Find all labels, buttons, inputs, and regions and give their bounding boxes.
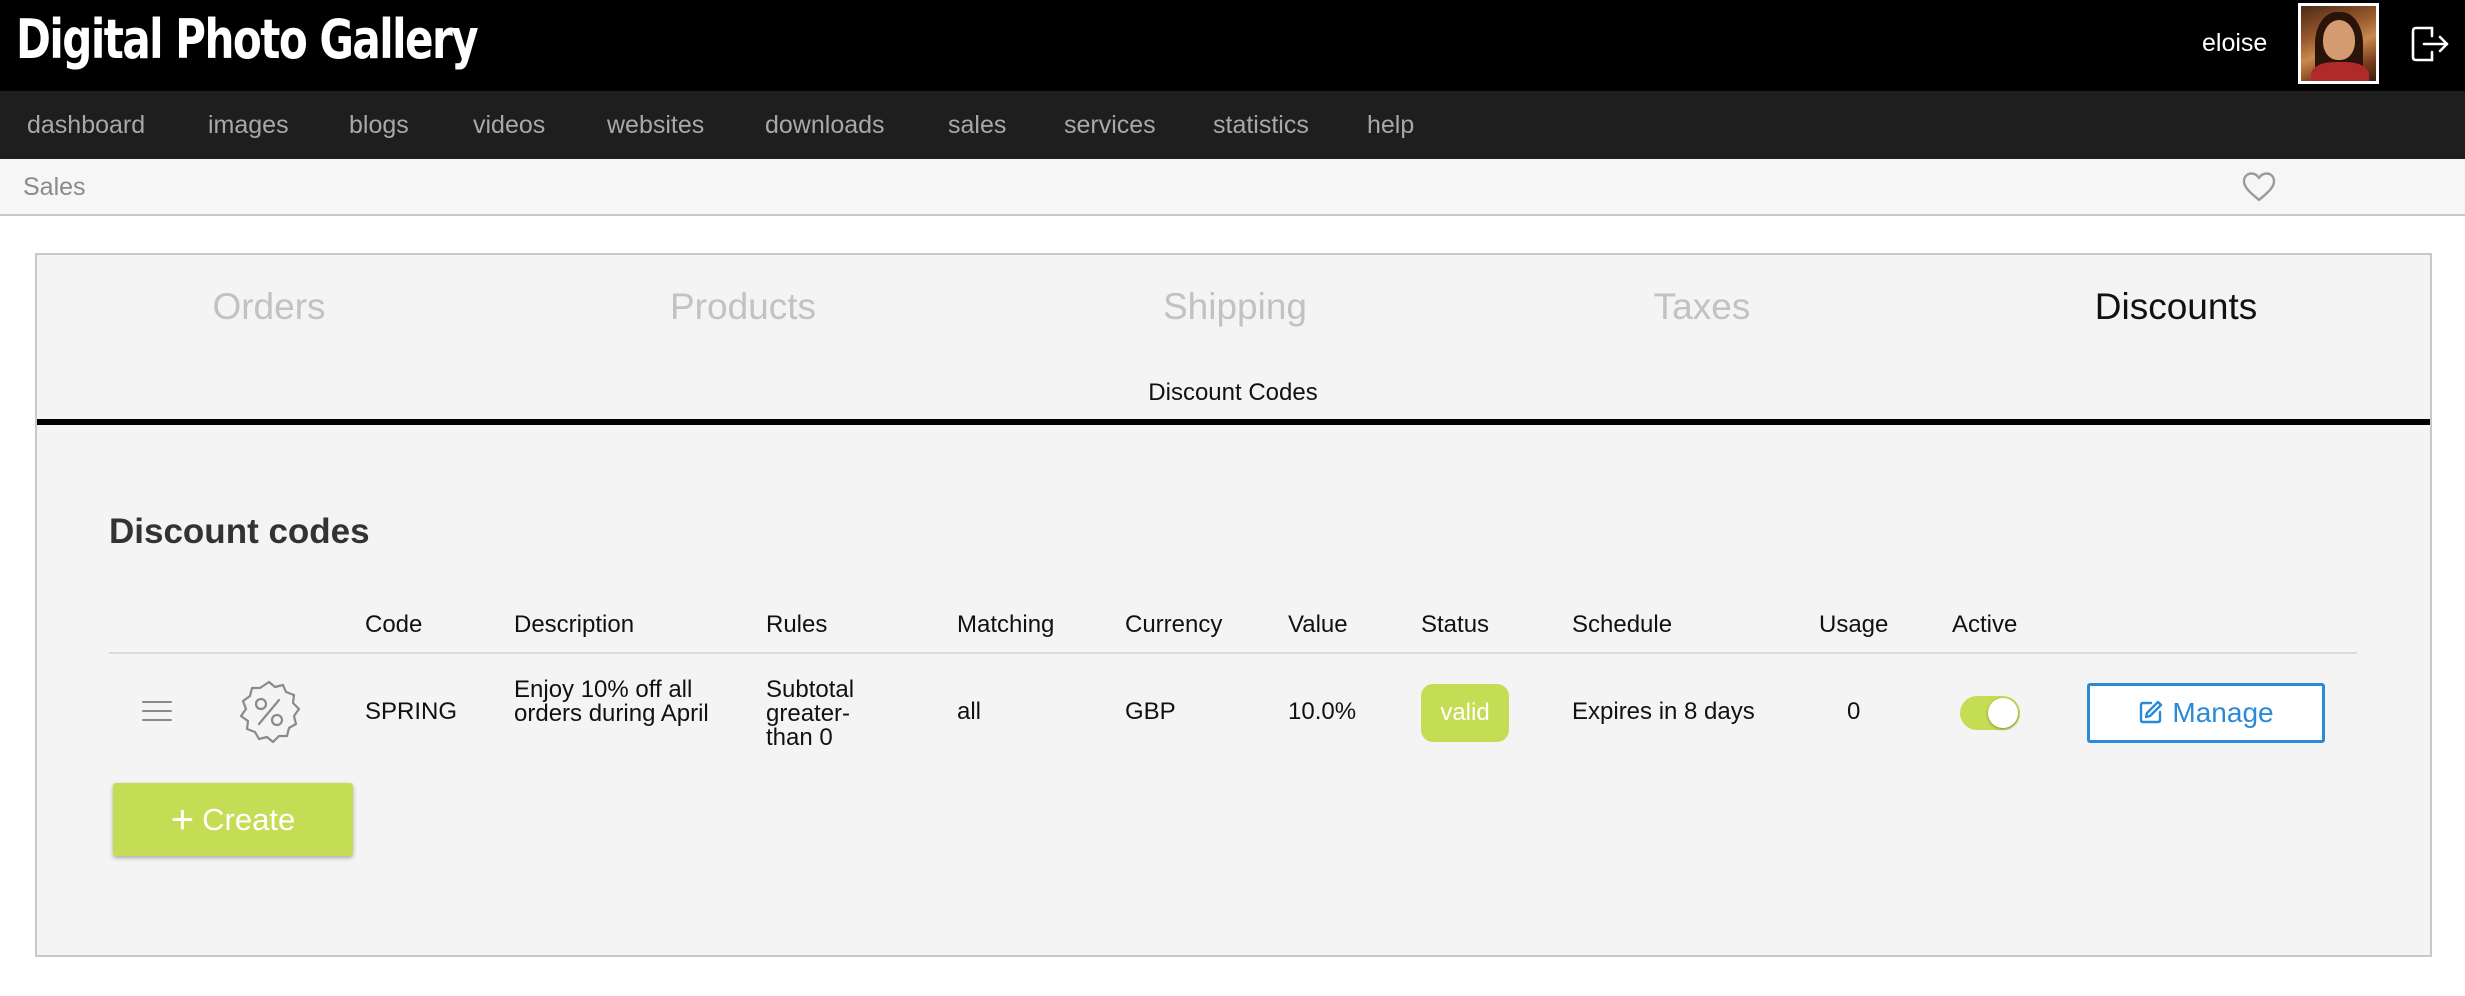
manage-button[interactable]: Manage xyxy=(2087,683,2325,743)
column-header-value[interactable]: Value xyxy=(1288,610,1348,640)
column-header-status[interactable]: Status xyxy=(1421,610,1489,640)
username[interactable]: eloise xyxy=(2202,27,2267,59)
nav-item-help[interactable]: help xyxy=(1367,91,1414,159)
tab-discounts[interactable]: Discounts xyxy=(2095,285,2257,329)
cell-description: Enjoy 10% off all orders during April xyxy=(514,676,709,727)
cell-schedule: Expires in 8 days xyxy=(1572,698,1755,725)
column-header-code[interactable]: Code xyxy=(365,610,422,640)
cell-value: 10.0% xyxy=(1288,698,1357,725)
breadcrumb: Sales xyxy=(0,159,2465,216)
plus-icon: + xyxy=(170,798,195,842)
nav-item-videos[interactable]: videos xyxy=(473,91,545,159)
app-logo[interactable]: Digital Photo Gallery xyxy=(16,4,479,76)
logout-icon[interactable] xyxy=(2408,22,2452,66)
tab-orders[interactable]: Orders xyxy=(212,285,325,329)
percent-badge-icon xyxy=(239,680,301,744)
cell-matching: all xyxy=(957,698,982,725)
toggle-knob xyxy=(1988,698,2018,728)
column-header-active[interactable]: Active xyxy=(1952,610,2017,640)
nav-item-blogs[interactable]: blogs xyxy=(349,91,409,159)
tab-shipping[interactable]: Shipping xyxy=(1163,285,1307,329)
tab-taxes[interactable]: Taxes xyxy=(1654,285,1751,329)
nav-item-images[interactable]: images xyxy=(208,91,289,159)
nav-item-statistics[interactable]: statistics xyxy=(1213,91,1309,159)
top-bar: Digital Photo Gallery eloise xyxy=(0,0,2465,91)
avatar[interactable] xyxy=(2298,3,2379,84)
section-title: Discount codes xyxy=(109,512,370,551)
column-header-currency[interactable]: Currency xyxy=(1125,610,1222,640)
column-header-rules[interactable]: Rules xyxy=(766,610,827,640)
cell-currency: GBP xyxy=(1125,698,1176,725)
drag-handle-icon[interactable] xyxy=(141,699,173,723)
column-header-usage[interactable]: Usage xyxy=(1819,610,1888,640)
create-button[interactable]: + Create xyxy=(113,783,353,856)
create-button-label: Create xyxy=(202,802,296,837)
tab-divider xyxy=(37,419,2430,425)
column-header-description[interactable]: Description xyxy=(514,610,634,640)
status-badge: valid xyxy=(1421,684,1509,742)
cell-code: SPRING xyxy=(365,698,458,725)
active-toggle[interactable] xyxy=(1960,696,2020,730)
table-header-divider xyxy=(109,652,2357,654)
main-nav: dashboard images blogs videos websites d… xyxy=(0,91,2465,159)
heart-icon[interactable] xyxy=(2241,171,2277,203)
nav-item-downloads[interactable]: downloads xyxy=(765,91,885,159)
sales-panel: Orders Products Shipping Taxes Discounts… xyxy=(35,253,2432,957)
nav-item-services[interactable]: services xyxy=(1064,91,1156,159)
nav-item-websites[interactable]: websites xyxy=(607,91,704,159)
column-header-schedule[interactable]: Schedule xyxy=(1572,610,1672,640)
tab-products[interactable]: Products xyxy=(670,285,816,329)
breadcrumb-current: Sales xyxy=(23,173,86,201)
cell-rules: Subtotal greater-than 0 xyxy=(766,676,855,751)
nav-item-dashboard[interactable]: dashboard xyxy=(27,91,145,159)
subtab-discount-codes[interactable]: Discount Codes xyxy=(1148,379,1317,407)
edit-icon xyxy=(2140,700,2163,724)
cell-usage: 0 xyxy=(1847,698,1861,725)
nav-item-sales[interactable]: sales xyxy=(948,91,1006,159)
manage-button-label: Manage xyxy=(2172,697,2274,728)
column-header-matching[interactable]: Matching xyxy=(957,610,1054,640)
